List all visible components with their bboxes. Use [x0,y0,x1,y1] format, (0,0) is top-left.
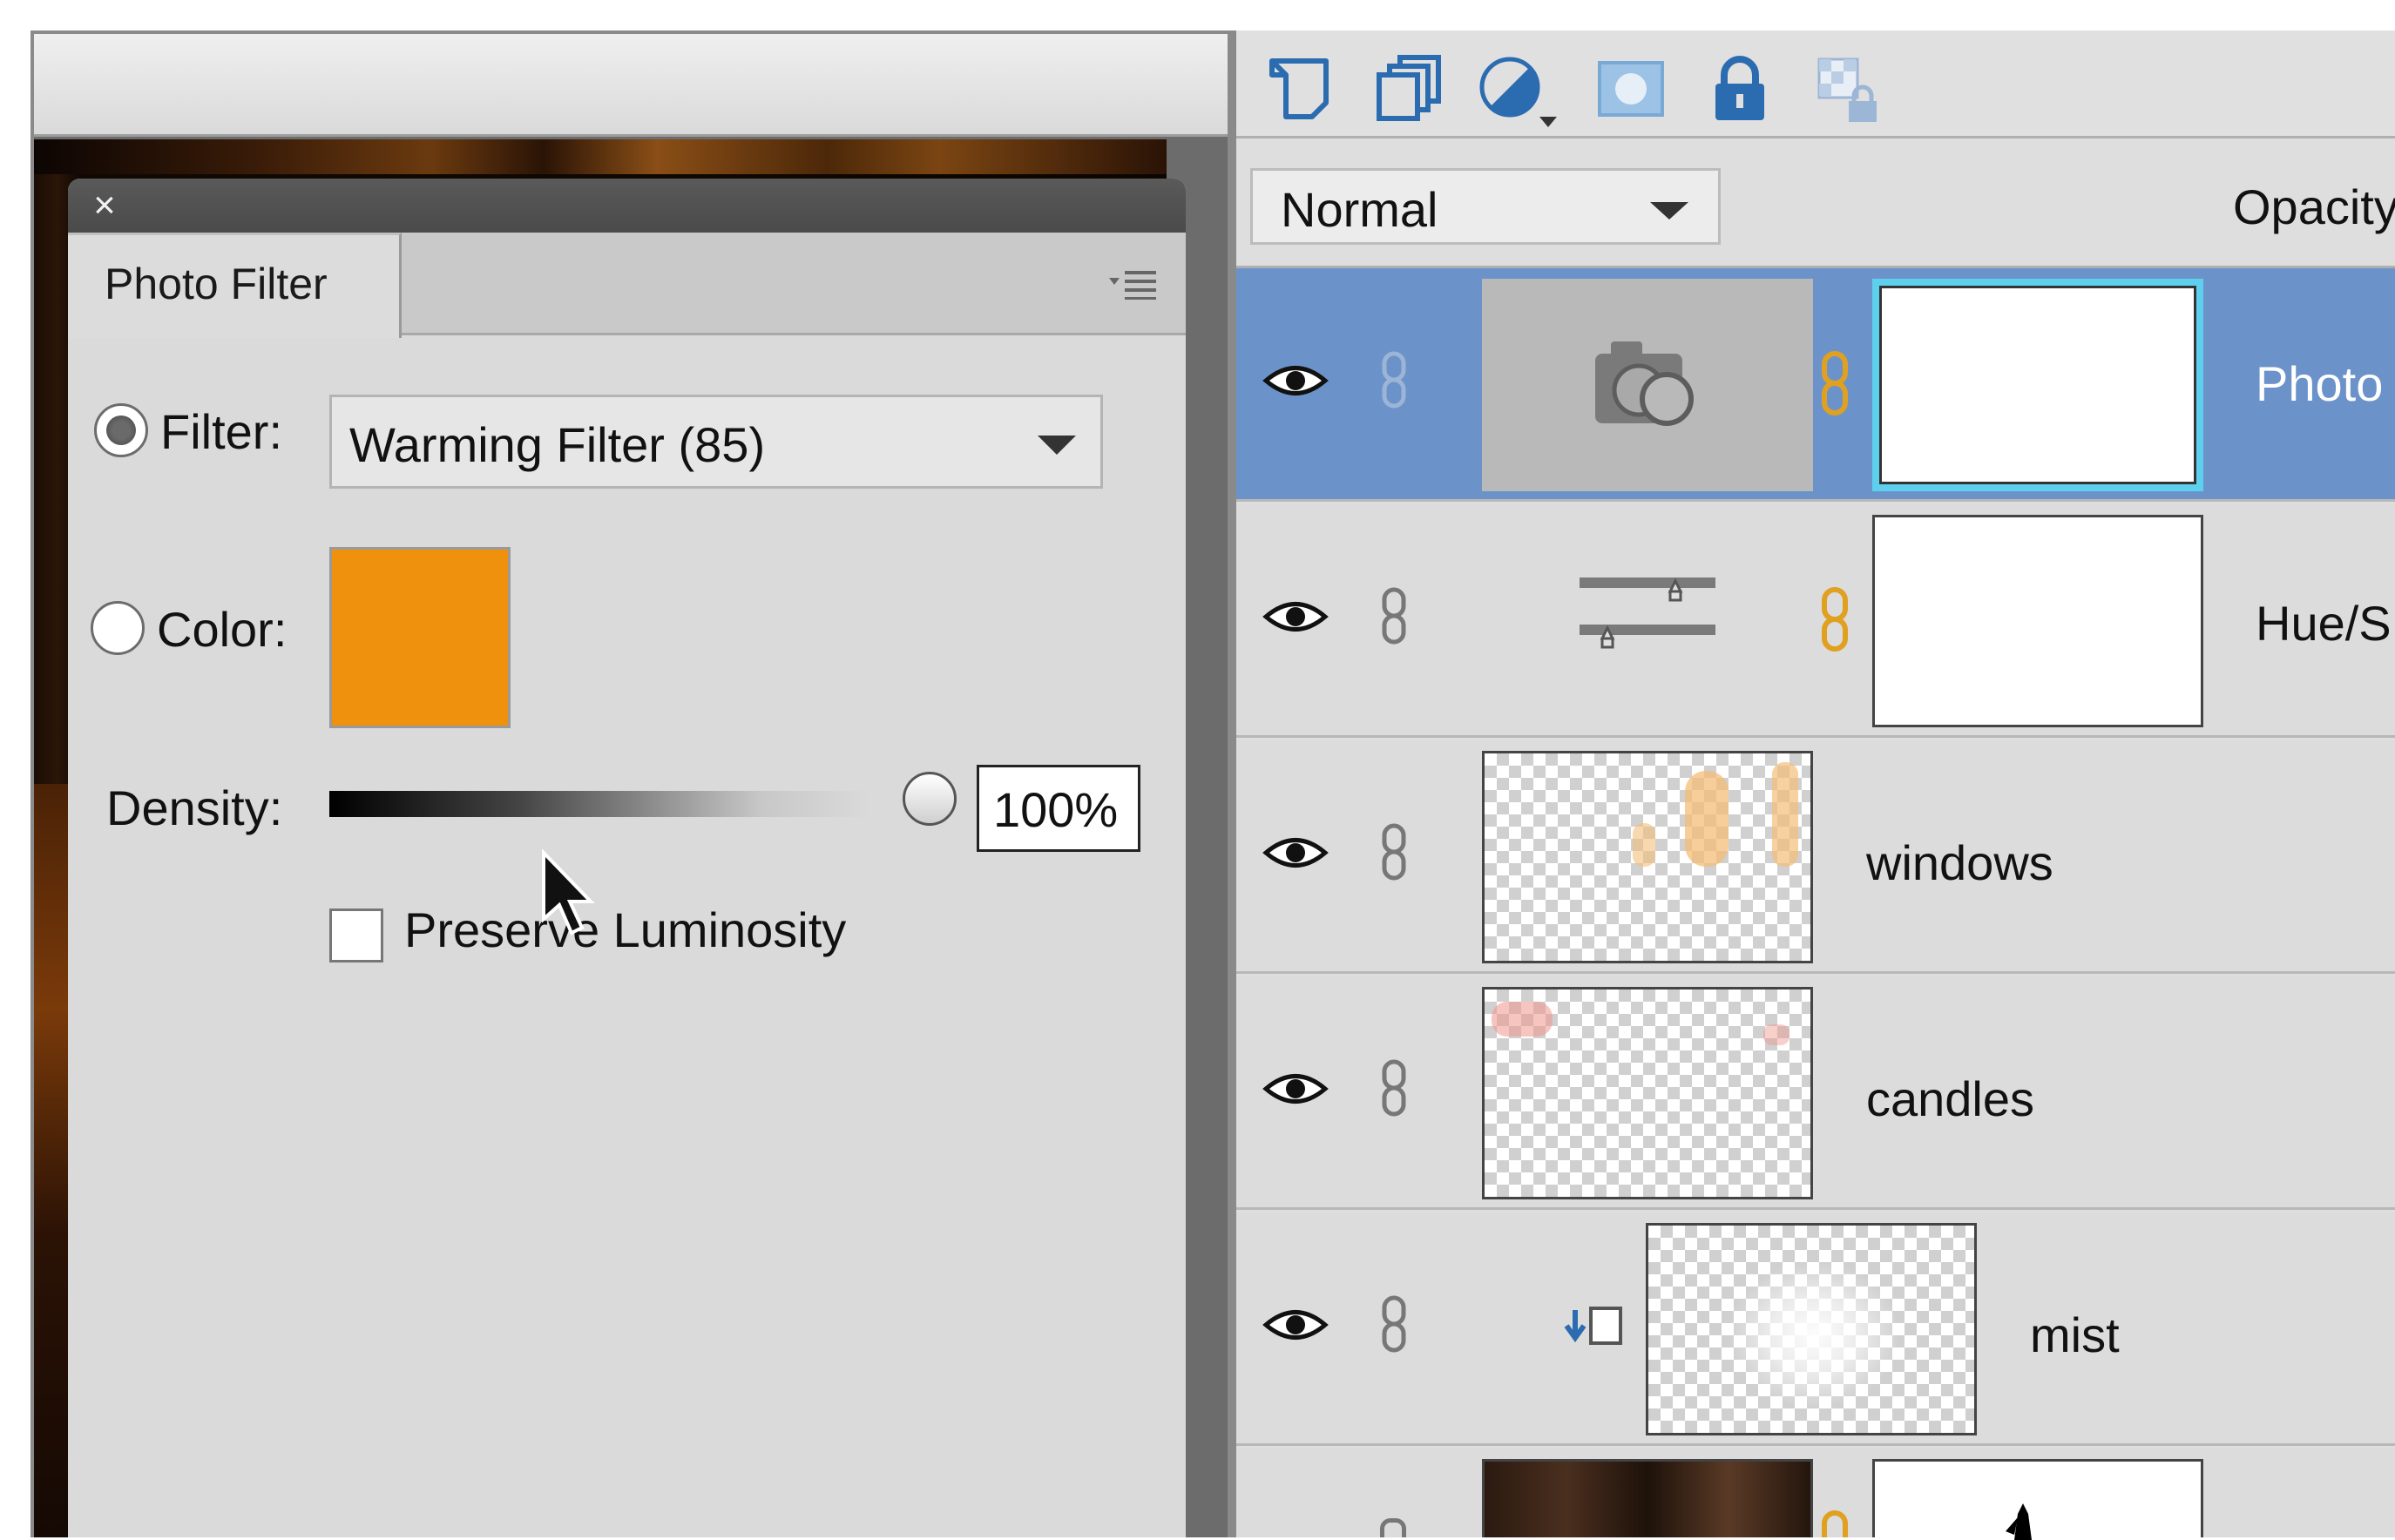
layer-mask-thumbnail[interactable] [1872,279,2203,491]
layer-row-windows[interactable]: windows [1236,740,2395,974]
link-icon[interactable] [1381,1058,1407,1118]
image-canvas-visible-strip [34,139,1167,174]
layer-thumbnail [1482,751,1813,963]
density-value-field[interactable]: 100% [977,765,1140,852]
link-icon[interactable] [1381,350,1407,409]
eye-icon[interactable] [1262,361,1329,401]
link-icon[interactable] [1381,1294,1407,1354]
color-radio[interactable] [91,601,145,655]
link-icon[interactable] [1380,1518,1406,1537]
layer-thumbnail [1482,1459,1813,1537]
layer-thumbnail [1482,279,1813,491]
close-icon[interactable]: × [87,186,122,226]
panel-header[interactable]: × [68,179,1186,233]
link-icon[interactable] [1381,822,1407,881]
layer-row-background[interactable] [1236,1449,2395,1540]
camera-icon [1595,341,1694,426]
layer-row-hue-saturation[interactable]: Hue/S [1236,504,2395,738]
lock-transparency-icon[interactable] [1814,54,1884,124]
layer-thumbnail [1482,987,1813,1199]
document-title-bar [34,34,1228,137]
layer-mask-thumbnail[interactable] [1872,1459,2203,1540]
layer-row-candles[interactable]: candles [1236,976,2395,1210]
new-group-icon[interactable] [1374,54,1444,124]
layer-name: candles [1866,1071,2035,1126]
layer-row-mist[interactable]: mist [1236,1212,2395,1446]
layer-name: mist [2030,1307,2120,1362]
panel-menu-icon[interactable] [1107,266,1160,301]
layer-mask-thumbnail[interactable] [1872,515,2203,727]
eye-icon[interactable] [1262,833,1329,873]
blend-mode-dropdown[interactable]: Normal [1250,168,1721,245]
mouse-pointer-icon [538,848,599,945]
photo-filter-panel: × Photo Filter Filter: Warming Filter (8… [68,179,1186,1537]
mask-link-icon[interactable] [1820,1510,1850,1537]
mask-link-icon[interactable] [1820,586,1850,652]
thumbnail-highlight [1727,1260,1901,1408]
filter-dropdown-value: Warming Filter (85) [349,417,766,472]
preserve-luminosity-label: Preserve Luminosity [404,902,847,957]
thumbnail-highlight [1772,762,1798,867]
density-label: Density: [106,780,283,835]
filter-label: Filter: [160,404,282,459]
thumbnail-highlight [1685,771,1729,867]
panel-divider[interactable] [1228,30,1236,1537]
preserve-luminosity-checkbox[interactable] [329,908,383,962]
chevron-down-icon [1650,202,1688,220]
layer-name: Hue/S [2256,596,2392,651]
layer-name: Photo [2256,356,2384,411]
clipping-mask-icon [1564,1307,1622,1345]
opacity-label: Opacity [2233,179,2395,234]
density-slider-track[interactable] [329,791,869,817]
layer-row-photo-filter[interactable]: Photo [1236,268,2395,502]
mask-silhouette [2006,1503,2032,1540]
layer-mask-icon[interactable] [1596,54,1666,124]
mask-link-icon[interactable] [1820,350,1850,416]
eye-icon[interactable] [1262,1069,1329,1109]
blend-mode-value: Normal [1281,182,1438,237]
filter-radio[interactable] [94,403,148,457]
hue-saturation-icon [1580,578,1715,649]
chevron-down-icon [1038,436,1076,455]
density-value: 100% [993,782,1119,837]
layer-name: windows [1866,835,2053,890]
thumbnail-highlight [1492,1002,1553,1037]
thumbnail-highlight [1633,823,1655,867]
layer-thumbnail [1646,1223,1977,1435]
new-layer-icon[interactable] [1265,54,1335,124]
filter-dropdown[interactable]: Warming Filter (85) [329,395,1103,489]
eye-icon[interactable] [1262,597,1329,637]
thumbnail-highlight [1763,1024,1789,1045]
lock-all-icon[interactable] [1705,54,1775,124]
eye-icon[interactable] [1262,1305,1329,1345]
image-canvas-edge [34,784,69,1537]
density-slider-knob[interactable] [903,772,957,826]
color-label: Color: [157,602,288,657]
tab-photo-filter-label: Photo Filter [105,260,328,308]
color-swatch[interactable] [329,547,511,728]
link-icon[interactable] [1381,586,1407,645]
adjustment-layer-icon[interactable] [1477,54,1557,127]
